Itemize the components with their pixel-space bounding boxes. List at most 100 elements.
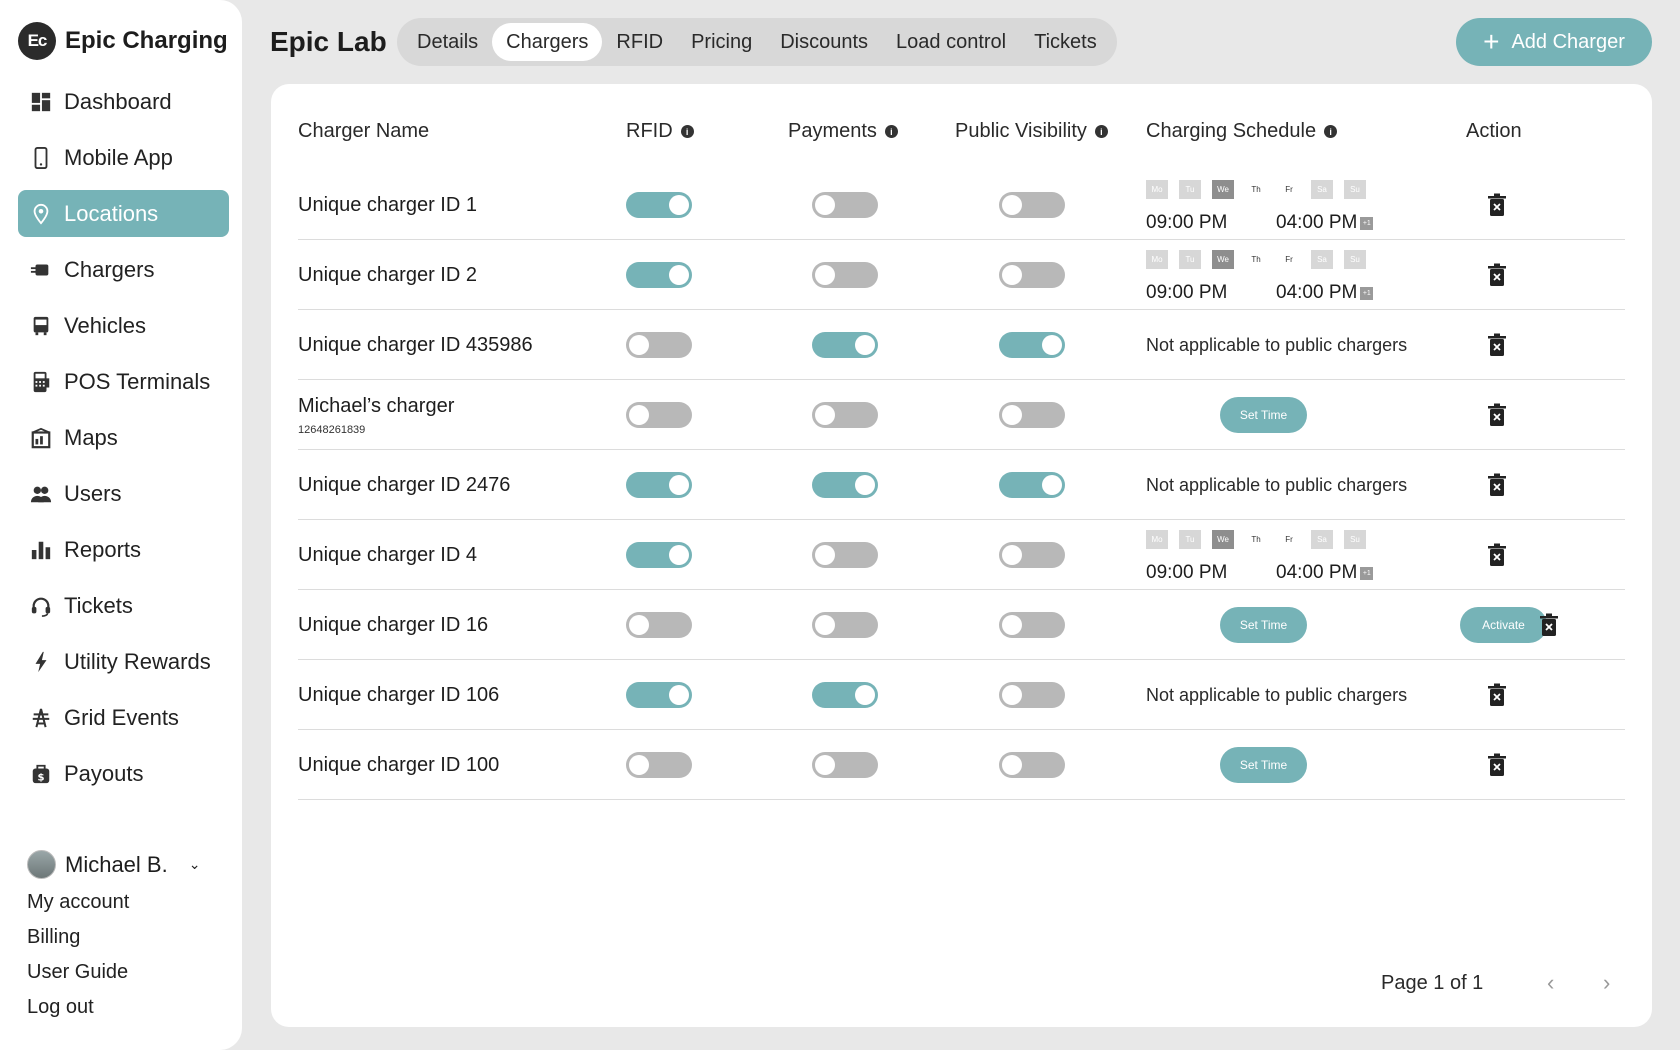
charger-name[interactable]: Unique charger ID 1 <box>298 194 477 217</box>
rfid-toggle[interactable] <box>626 402 692 428</box>
day-chip-fr[interactable]: Fr <box>1278 250 1300 269</box>
info-icon[interactable]: i <box>1324 125 1338 138</box>
tab-pricing[interactable]: Pricing <box>677 23 766 61</box>
schedule-end-time[interactable]: 04:00 PM <box>1276 212 1357 234</box>
public-visibility-toggle[interactable] <box>999 682 1065 708</box>
charger-name[interactable]: Unique charger ID 4 <box>298 544 477 567</box>
prev-page-button[interactable]: ‹ <box>1547 970 1554 996</box>
charger-name[interactable]: Unique charger ID 2 <box>298 264 477 287</box>
sidebar-item-maps[interactable]: Maps <box>18 414 229 461</box>
day-chip-su[interactable]: Su <box>1344 180 1366 199</box>
rfid-toggle[interactable] <box>626 472 692 498</box>
user-link-billing[interactable]: Billing <box>27 926 200 949</box>
schedule-end-time[interactable]: 04:00 PM <box>1276 562 1357 584</box>
day-chip-sa[interactable]: Sa <box>1311 180 1333 199</box>
set-time-button[interactable]: Set Time <box>1220 607 1307 643</box>
sidebar-item-pos-terminals[interactable]: POS Terminals <box>18 358 229 405</box>
payments-toggle[interactable] <box>812 262 878 288</box>
set-time-button[interactable]: Set Time <box>1220 747 1307 783</box>
sidebar-item-utility-rewards[interactable]: Utility Rewards <box>18 638 229 685</box>
day-chip-mo[interactable]: Mo <box>1146 530 1168 549</box>
public-visibility-toggle[interactable] <box>999 402 1065 428</box>
charging-schedule[interactable]: Mo Tu We Th Fr Sa Su 09:00 PM 04:00 PM +1 <box>1146 180 1426 234</box>
charging-schedule[interactable]: Mo Tu We Th Fr Sa Su 09:00 PM 04:00 PM +1 <box>1146 530 1426 584</box>
rfid-toggle[interactable] <box>626 752 692 778</box>
tab-load-control[interactable]: Load control <box>882 23 1020 61</box>
day-chip-fr[interactable]: Fr <box>1278 530 1300 549</box>
brand[interactable]: Ec Epic Charging <box>18 22 228 60</box>
rfid-toggle[interactable] <box>626 682 692 708</box>
user-menu[interactable]: Michael B. ⌄ <box>27 850 200 879</box>
day-chip-we[interactable]: We <box>1212 530 1234 549</box>
payments-toggle[interactable] <box>812 612 878 638</box>
delete-icon[interactable] <box>1487 473 1507 497</box>
delete-icon[interactable] <box>1487 543 1507 567</box>
day-chip-su[interactable]: Su <box>1344 530 1366 549</box>
day-chip-su[interactable]: Su <box>1344 250 1366 269</box>
day-chip-mo[interactable]: Mo <box>1146 180 1168 199</box>
activate-button[interactable]: Activate <box>1460 607 1547 643</box>
delete-icon[interactable] <box>1487 753 1507 777</box>
day-chip-mo[interactable]: Mo <box>1146 250 1168 269</box>
sidebar-item-tickets[interactable]: Tickets <box>18 582 229 629</box>
payments-toggle[interactable] <box>812 192 878 218</box>
next-page-button[interactable]: › <box>1603 970 1610 996</box>
delete-icon[interactable] <box>1487 683 1507 707</box>
sidebar-item-grid-events[interactable]: Grid Events <box>18 694 229 741</box>
payments-toggle[interactable] <box>812 472 878 498</box>
charging-schedule[interactable]: Mo Tu We Th Fr Sa Su 09:00 PM 04:00 PM +1 <box>1146 250 1426 304</box>
rfid-toggle[interactable] <box>626 192 692 218</box>
tab-chargers[interactable]: Chargers <box>492 23 603 61</box>
rfid-toggle[interactable] <box>626 262 692 288</box>
payments-toggle[interactable] <box>812 542 878 568</box>
info-icon[interactable]: i <box>884 125 898 138</box>
sidebar-item-vehicles[interactable]: Vehicles <box>18 302 229 349</box>
sidebar-item-dashboard[interactable]: Dashboard <box>18 78 229 125</box>
info-icon[interactable]: i <box>1094 125 1108 138</box>
payments-toggle[interactable] <box>812 332 878 358</box>
public-visibility-toggle[interactable] <box>999 192 1065 218</box>
day-chip-th[interactable]: Th <box>1245 180 1267 199</box>
info-icon[interactable]: i <box>680 125 694 138</box>
day-chip-we[interactable]: We <box>1212 250 1234 269</box>
schedule-start-time[interactable]: 09:00 PM <box>1146 562 1227 584</box>
user-link-my-account[interactable]: My account <box>27 891 200 914</box>
user-link-log-out[interactable]: Log out <box>27 996 200 1019</box>
public-visibility-toggle[interactable] <box>999 612 1065 638</box>
tab-details[interactable]: Details <box>403 23 492 61</box>
public-visibility-toggle[interactable] <box>999 472 1065 498</box>
tab-tickets[interactable]: Tickets <box>1020 23 1111 61</box>
charger-name[interactable]: Unique charger ID 100 <box>298 754 499 777</box>
user-link-user-guide[interactable]: User Guide <box>27 961 200 984</box>
charger-name[interactable]: Unique charger ID 435986 <box>298 334 533 357</box>
charger-name[interactable]: Michael’s charger <box>298 395 454 418</box>
day-chip-tu[interactable]: Tu <box>1179 180 1201 199</box>
tab-discounts[interactable]: Discounts <box>766 23 882 61</box>
sidebar-item-chargers[interactable]: Chargers <box>18 246 229 293</box>
charger-name[interactable]: Unique charger ID 2476 <box>298 474 510 497</box>
public-visibility-toggle[interactable] <box>999 542 1065 568</box>
day-chip-tu[interactable]: Tu <box>1179 530 1201 549</box>
payments-toggle[interactable] <box>812 752 878 778</box>
day-chip-th[interactable]: Th <box>1245 530 1267 549</box>
sidebar-item-users[interactable]: Users <box>18 470 229 517</box>
day-chip-we[interactable]: We <box>1212 180 1234 199</box>
day-chip-fr[interactable]: Fr <box>1278 180 1300 199</box>
delete-icon[interactable] <box>1487 403 1507 427</box>
sidebar-item-locations[interactable]: Locations <box>18 190 229 237</box>
sidebar-item-mobile-app[interactable]: Mobile App <box>18 134 229 181</box>
payments-toggle[interactable] <box>812 682 878 708</box>
delete-icon[interactable] <box>1487 263 1507 287</box>
tab-rfid[interactable]: RFID <box>602 23 677 61</box>
set-time-button[interactable]: Set Time <box>1220 397 1307 433</box>
day-chip-sa[interactable]: Sa <box>1311 250 1333 269</box>
day-chip-th[interactable]: Th <box>1245 250 1267 269</box>
rfid-toggle[interactable] <box>626 612 692 638</box>
rfid-toggle[interactable] <box>626 542 692 568</box>
day-chip-sa[interactable]: Sa <box>1311 530 1333 549</box>
public-visibility-toggle[interactable] <box>999 332 1065 358</box>
public-visibility-toggle[interactable] <box>999 262 1065 288</box>
schedule-start-time[interactable]: 09:00 PM <box>1146 282 1227 304</box>
sidebar-item-reports[interactable]: Reports <box>18 526 229 573</box>
schedule-end-time[interactable]: 04:00 PM <box>1276 282 1357 304</box>
